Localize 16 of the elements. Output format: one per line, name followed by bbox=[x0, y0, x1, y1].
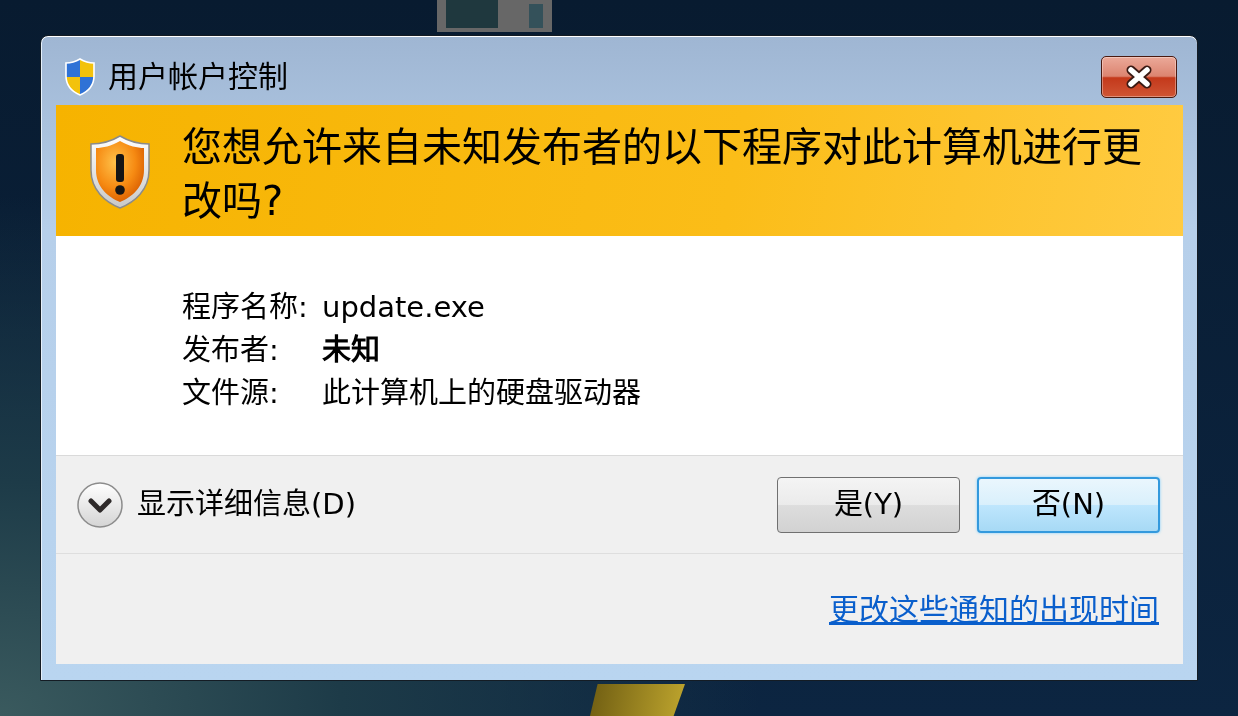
warning-shield-icon bbox=[88, 134, 152, 210]
close-icon bbox=[1124, 63, 1154, 90]
detail-label: 发布者: bbox=[182, 332, 280, 369]
detail-label: 程序名称: bbox=[182, 289, 309, 326]
notification-settings-link[interactable]: 更改这些通知的出现时间 bbox=[829, 586, 1159, 632]
no-button[interactable]: 否(N) bbox=[977, 476, 1160, 533]
detail-value: 此计算机上的硬盘驱动器 bbox=[322, 375, 641, 412]
yes-button[interactable]: 是(Y) bbox=[777, 476, 960, 533]
prompt-heading: 您想允许来自未知发布者的以下程序对此计算机进行更改吗? bbox=[182, 123, 1143, 226]
detail-label: 文件源: bbox=[182, 375, 280, 412]
shield-icon bbox=[64, 57, 96, 96]
window-title: 用户帐户控制 bbox=[108, 57, 288, 96]
details-toggle[interactable]: 显示详细信息(D) bbox=[77, 481, 356, 528]
detail-value: 未知 bbox=[322, 332, 380, 369]
close-button[interactable] bbox=[1101, 55, 1177, 98]
detail-value: update.exe bbox=[322, 289, 485, 326]
